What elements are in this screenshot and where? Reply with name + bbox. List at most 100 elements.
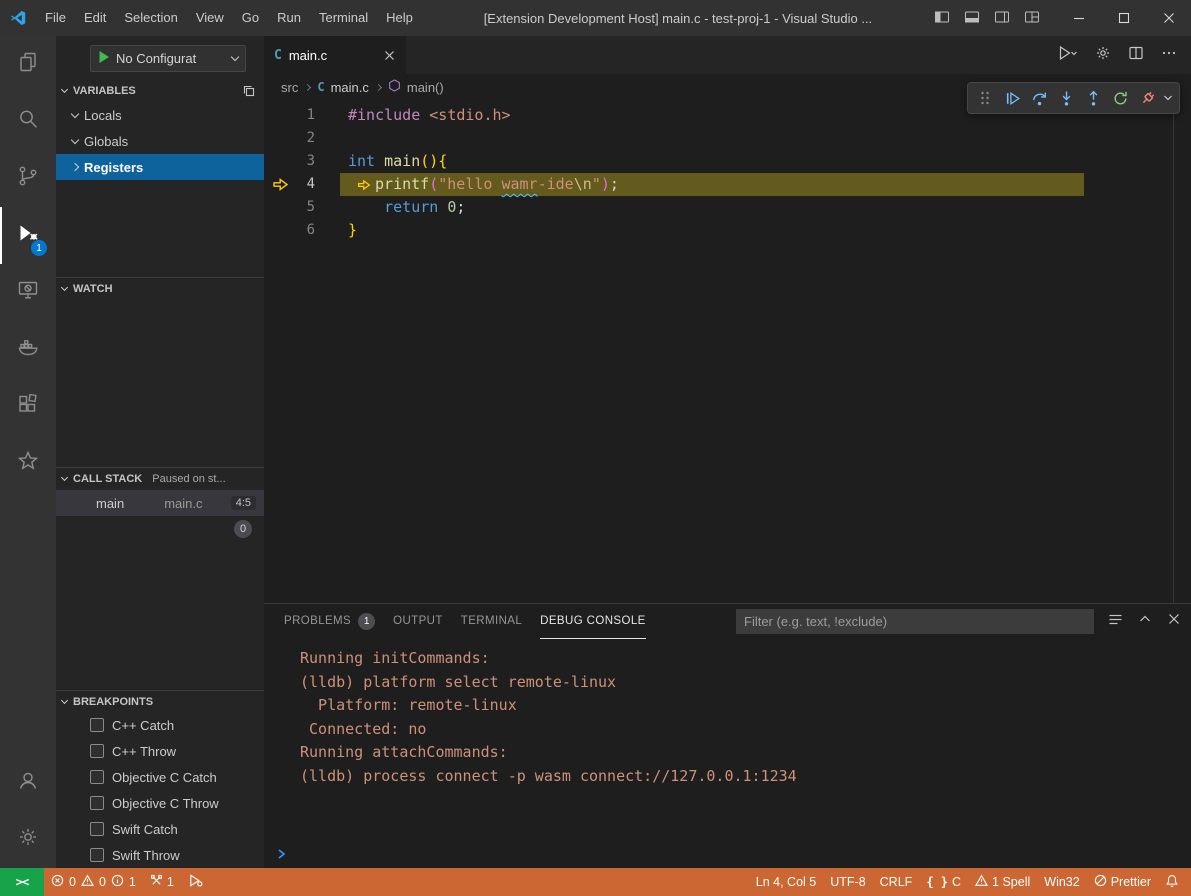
activity-remote-explorer[interactable] xyxy=(0,264,56,321)
breadcrumb-symbol[interactable]: main() xyxy=(407,80,444,95)
code-editor[interactable]: 1#include <stdio.h>23int main(){4 printf… xyxy=(264,100,1191,603)
call-stack-section-header[interactable]: CALL STACK Paused on st... xyxy=(56,468,264,490)
tools-status[interactable]: 1 xyxy=(143,868,181,896)
breakpoints-section-header[interactable]: BREAKPOINTS xyxy=(56,691,264,712)
code-line-5[interactable]: 5 return 0; xyxy=(264,196,1191,219)
toggle-primary-sidebar-icon[interactable] xyxy=(934,9,950,28)
minimize-button[interactable] xyxy=(1056,0,1101,36)
copy-icon[interactable] xyxy=(242,84,256,98)
code-line-2[interactable]: 2 xyxy=(264,127,1191,150)
breakpoint-objective-c-catch[interactable]: Objective C Catch xyxy=(56,764,264,790)
start-debugging-icon[interactable] xyxy=(98,50,110,67)
activity-search[interactable] xyxy=(0,93,56,150)
remote-indicator[interactable]: >< xyxy=(0,868,44,896)
restart-icon[interactable] xyxy=(1107,84,1133,112)
close-panel-icon[interactable] xyxy=(1167,612,1181,631)
notifications[interactable] xyxy=(1158,868,1191,896)
panel-tab-debug-console[interactable]: DEBUG CONSOLE xyxy=(540,604,646,639)
gutter[interactable]: 3 xyxy=(264,150,348,173)
gutter[interactable]: 2 xyxy=(264,127,348,150)
breadcrumb-file[interactable]: main.c xyxy=(331,80,369,95)
activity-docker[interactable] xyxy=(0,321,56,378)
eol-status[interactable]: CRLF xyxy=(873,868,920,896)
variables-section-header[interactable]: VARIABLES xyxy=(56,80,264,102)
debug-console-output: Running initCommands:(lldb) platform sel… xyxy=(264,639,1191,840)
menu-selection[interactable]: Selection xyxy=(115,0,186,36)
language-mode[interactable]: { } C xyxy=(919,868,968,896)
breakpoint-swift-throw[interactable]: Swift Throw xyxy=(56,842,264,868)
tab-main-c[interactable]: C main.c xyxy=(264,36,406,74)
activity-favorites[interactable] xyxy=(0,435,56,492)
menu-terminal[interactable]: Terminal xyxy=(310,0,377,36)
disconnect-icon[interactable] xyxy=(1134,84,1160,112)
output-options-icon[interactable] xyxy=(1108,612,1123,632)
stack-frame-row[interactable]: main main.c 4:5 xyxy=(56,490,264,516)
continue-icon[interactable] xyxy=(999,84,1025,112)
console-filter-input[interactable] xyxy=(736,609,1094,634)
panel-tab-problems[interactable]: PROBLEMS1 xyxy=(284,604,375,639)
breakpoint-checkbox[interactable] xyxy=(90,718,104,732)
run-or-debug-icon[interactable] xyxy=(1058,45,1078,66)
close-tab-icon[interactable] xyxy=(383,49,396,62)
variables-item-globals[interactable]: Globals xyxy=(56,128,264,154)
activity-settings[interactable] xyxy=(0,811,56,868)
menu-file[interactable]: File xyxy=(36,0,75,36)
toolbar-drag-handle[interactable] xyxy=(972,84,998,112)
step-over-icon[interactable] xyxy=(1026,84,1052,112)
split-editor-icon[interactable] xyxy=(1128,45,1144,66)
panel-tab-terminal[interactable]: TERMINAL xyxy=(461,604,522,639)
menu-view[interactable]: View xyxy=(187,0,233,36)
breakpoint-checkbox[interactable] xyxy=(90,822,104,836)
breakpoint-checkbox[interactable] xyxy=(90,848,104,862)
code-line-3[interactable]: 3int main(){ xyxy=(264,150,1191,173)
maximize-button[interactable] xyxy=(1101,0,1146,36)
activity-run-debug[interactable]: 1 xyxy=(0,207,56,264)
cursor-position[interactable]: Ln 4, Col 5 xyxy=(749,868,823,896)
spell-status[interactable]: 1 Spell xyxy=(968,868,1037,896)
eol-label: CRLF xyxy=(880,875,913,889)
problems-status[interactable]: 0 0 1 xyxy=(44,868,143,896)
activity-explorer[interactable] xyxy=(0,36,56,93)
gutter[interactable]: 1 xyxy=(264,104,348,127)
code-line-4[interactable]: 4 printf("hello wamr-ide\n"); xyxy=(264,173,1191,196)
toggle-panel-icon[interactable] xyxy=(964,9,980,28)
breadcrumb-folder[interactable]: src xyxy=(281,80,298,95)
toggle-secondary-sidebar-icon[interactable] xyxy=(994,9,1010,28)
customize-layout-icon[interactable] xyxy=(1024,9,1040,28)
menu-help[interactable]: Help xyxy=(377,0,422,36)
variables-item-locals[interactable]: Locals xyxy=(56,102,264,128)
step-out-icon[interactable] xyxy=(1080,84,1106,112)
watch-section-header[interactable]: WATCH xyxy=(56,278,264,300)
panel-tab-output[interactable]: OUTPUT xyxy=(393,604,443,639)
console-input-row[interactable] xyxy=(264,840,1191,868)
editor-gear-icon[interactable] xyxy=(1095,45,1111,66)
gutter[interactable]: 4 xyxy=(264,173,348,196)
activity-source-control[interactable] xyxy=(0,150,56,207)
maximize-panel-icon[interactable] xyxy=(1138,612,1152,631)
platform-status[interactable]: Win32 xyxy=(1037,868,1086,896)
debug-status[interactable] xyxy=(181,868,210,896)
debug-config-dropdown[interactable]: No Configurat xyxy=(90,45,246,72)
breakpoint-c-catch[interactable]: C++ Catch xyxy=(56,712,264,738)
menu-edit[interactable]: Edit xyxy=(75,0,115,36)
formatter-status[interactable]: Prettier xyxy=(1087,868,1158,896)
code-line-6[interactable]: 6} xyxy=(264,219,1191,242)
encoding-status[interactable]: UTF-8 xyxy=(823,868,872,896)
close-window-button[interactable] xyxy=(1146,0,1191,36)
breakpoint-checkbox[interactable] xyxy=(90,796,104,810)
menu-run[interactable]: Run xyxy=(268,0,310,36)
breakpoint-swift-catch[interactable]: Swift Catch xyxy=(56,816,264,842)
variables-item-registers[interactable]: Registers xyxy=(56,154,264,180)
toolbar-chevron-down-icon[interactable] xyxy=(1161,93,1175,103)
breakpoint-objective-c-throw[interactable]: Objective C Throw xyxy=(56,790,264,816)
menu-go[interactable]: Go xyxy=(233,0,268,36)
step-into-icon[interactable] xyxy=(1053,84,1079,112)
gutter[interactable]: 5 xyxy=(264,196,348,219)
activity-extensions[interactable] xyxy=(0,378,56,435)
gutter[interactable]: 6 xyxy=(264,219,348,242)
more-actions-icon[interactable] xyxy=(1161,45,1177,66)
activity-account[interactable] xyxy=(0,754,56,811)
breakpoint-c-throw[interactable]: C++ Throw xyxy=(56,738,264,764)
breakpoint-checkbox[interactable] xyxy=(90,744,104,758)
breakpoint-checkbox[interactable] xyxy=(90,770,104,784)
